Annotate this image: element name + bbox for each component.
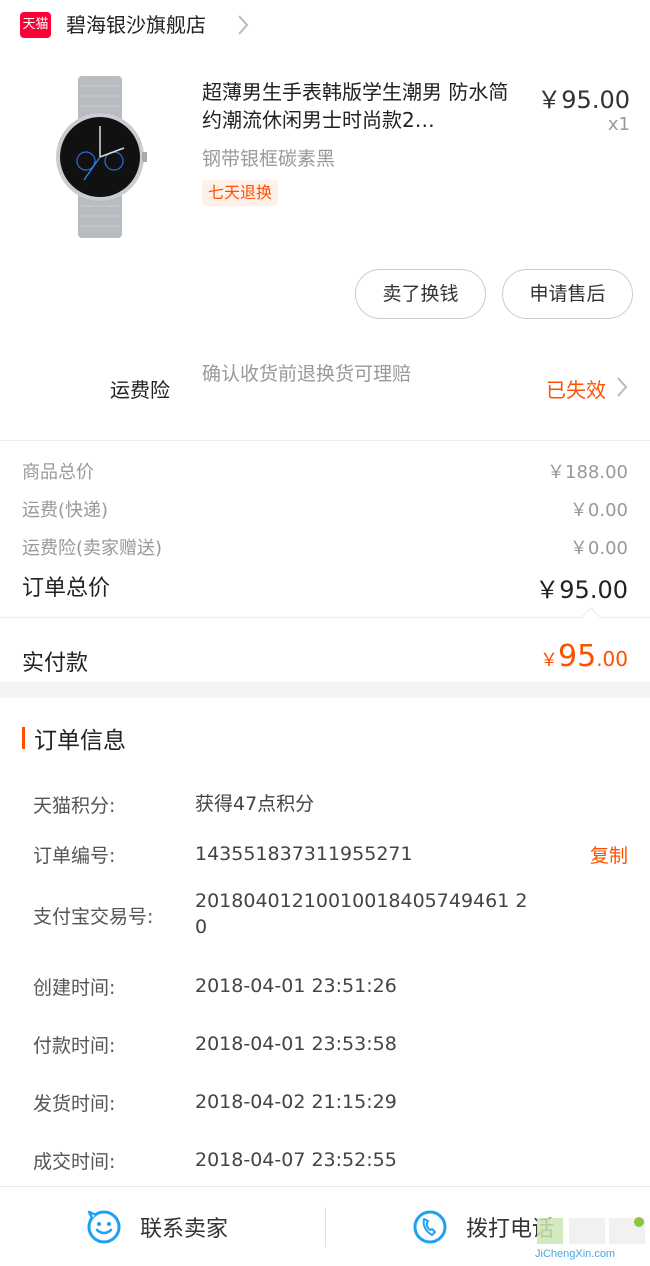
product-item[interactable]: 超薄男生手表韩版学生潮男 防水简约潮流休闲男士时尚款2… ￥95.00 x1 钢…: [0, 66, 650, 246]
info-key: 发货时间:: [33, 1093, 116, 1115]
paid-label: 实付款: [22, 651, 89, 676]
site-watermark: JiChengXin.com: [535, 1214, 647, 1264]
copy-button[interactable]: 复制: [590, 841, 628, 868]
info-key: 支付宝交易号:: [33, 906, 154, 928]
info-key: 订单编号:: [33, 845, 116, 867]
summary-label: 运费(快递): [22, 500, 109, 521]
bar-separator: [325, 1207, 326, 1247]
info-value: 2018-04-02 21:15:29: [195, 1091, 397, 1113]
summary-value: ￥0.00: [569, 538, 628, 559]
summary-value: ￥0.00: [569, 500, 628, 521]
order-info-row: 支付宝交易号: 20180401210010018405749461 20: [33, 888, 628, 942]
summary-row: 运费(快递) ￥0.00: [22, 490, 628, 521]
section-divider: [0, 440, 650, 441]
info-key: 天猫积分:: [33, 795, 116, 817]
order-total-label: 订单总价: [22, 576, 111, 601]
summary-label: 运费险(卖家赠送): [22, 538, 163, 559]
info-value: 20180401210010018405749461 20: [195, 890, 528, 938]
contact-seller-label: 联系卖家: [140, 1217, 229, 1242]
accent-bar: [22, 727, 25, 749]
chat-icon: [87, 1210, 121, 1244]
summary-label: 商品总价: [22, 462, 94, 483]
product-title[interactable]: 超薄男生手表韩版学生潮男 防水简约潮流休闲男士时尚款2…: [202, 78, 527, 134]
watermark-logo: [537, 1217, 645, 1244]
sell-for-cash-button[interactable]: 卖了换钱: [355, 269, 486, 319]
info-key: 创建时间:: [33, 977, 116, 999]
tmall-logo: 天猫: [20, 12, 51, 38]
order-info-title: 订单信息: [34, 728, 126, 754]
insurance-label: 运费险: [110, 378, 170, 402]
contact-seller-button[interactable]: 联系卖家: [86, 1187, 228, 1266]
shop-name[interactable]: 碧海银沙旗舰店: [66, 12, 206, 38]
product-image[interactable]: [50, 76, 150, 238]
phone-icon: [413, 1210, 447, 1244]
shipping-insurance-row[interactable]: 运费险 确认收货前退换货可理赔 已失效: [0, 346, 650, 428]
info-value: 143551837311955271: [195, 843, 413, 865]
info-value: 2018-04-01 23:53:58: [195, 1033, 397, 1055]
return-policy-badge: 七天退换: [202, 180, 279, 206]
insurance-description: 确认收货前退换货可理赔: [202, 363, 412, 385]
call-button[interactable]: 拨打电话: [412, 1187, 554, 1266]
product-quantity: x1: [607, 114, 630, 135]
product-price: ￥95.00: [537, 86, 630, 114]
info-key: 付款时间:: [33, 1035, 116, 1057]
info-value: 2018-04-07 23:52:55: [195, 1149, 397, 1171]
summary-row: 运费险(卖家赠送) ￥0.00: [22, 528, 628, 559]
order-info-header: 订单信息: [22, 724, 126, 754]
info-key: 成交时间:: [33, 1151, 116, 1173]
info-value: 2018-04-01 23:51:26: [195, 975, 397, 997]
order-total-value: ￥95.00: [535, 576, 628, 604]
watermark-text: JiChengXin.com: [535, 1248, 616, 1260]
summary-row: 商品总价 ￥188.00: [22, 452, 628, 483]
paid-amount: ￥95.00: [540, 639, 628, 674]
chevron-right-icon: [238, 15, 249, 35]
summary-value: ￥188.00: [547, 462, 628, 483]
chevron-right-icon: [617, 377, 628, 397]
section-gap: [0, 682, 650, 698]
section-divider: [0, 617, 650, 618]
info-value: 获得47点积分: [195, 793, 315, 815]
after-sale-button[interactable]: 申请售后: [502, 269, 633, 319]
insurance-status: 已失效: [546, 378, 606, 402]
shop-header[interactable]: 天猫 碧海银沙旗舰店: [0, 0, 650, 52]
product-sku: 钢带银框碳素黑: [202, 148, 336, 170]
